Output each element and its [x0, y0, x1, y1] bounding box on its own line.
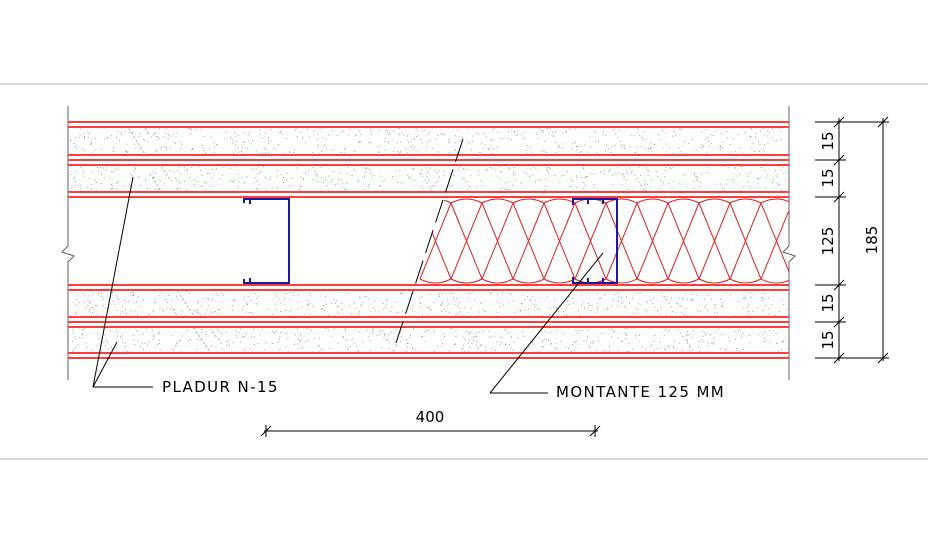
board-speckle-2 — [70, 166, 787, 192]
label-montante: MONTANTE 125 MM — [556, 383, 725, 401]
board-speckle-1 — [70, 128, 782, 155]
dimension-stud-spacing-value: 400 — [416, 408, 445, 426]
board-speckle-fill — [70, 128, 788, 353]
break-line-dashed — [395, 138, 464, 344]
wall-right-end — [782, 106, 796, 380]
dimension-layer-2: 15 — [819, 168, 837, 187]
dimension-stud-spacing — [260, 425, 601, 437]
wall-section-drawing: PLADUR N-15 MONTANTE 125 MM 400 15 15 12… — [0, 83, 928, 460]
stud-left — [243, 198, 290, 284]
stud-left-profile — [243, 198, 290, 284]
board-speckle-4 — [71, 328, 788, 353]
dimension-total-value: 185 — [863, 226, 881, 255]
dimension-layer-4: 15 — [819, 293, 837, 312]
dimension-layer-1: 15 — [819, 131, 837, 150]
stud-right-profile — [572, 198, 618, 284]
insulation-zigzag — [419, 198, 789, 284]
dimension-layer-3: 125 — [819, 227, 837, 256]
label-pladur: PLADUR N-15 — [162, 378, 279, 396]
wall-left-end — [61, 106, 75, 380]
leader-pladur — [92, 176, 153, 388]
board-lines — [68, 121, 789, 359]
board-speckle-3 — [74, 291, 788, 317]
dimension-layer-5: 15 — [819, 330, 837, 349]
stud-right — [572, 198, 618, 284]
insulation-pattern — [419, 198, 789, 284]
insulation-batt — [419, 198, 789, 284]
